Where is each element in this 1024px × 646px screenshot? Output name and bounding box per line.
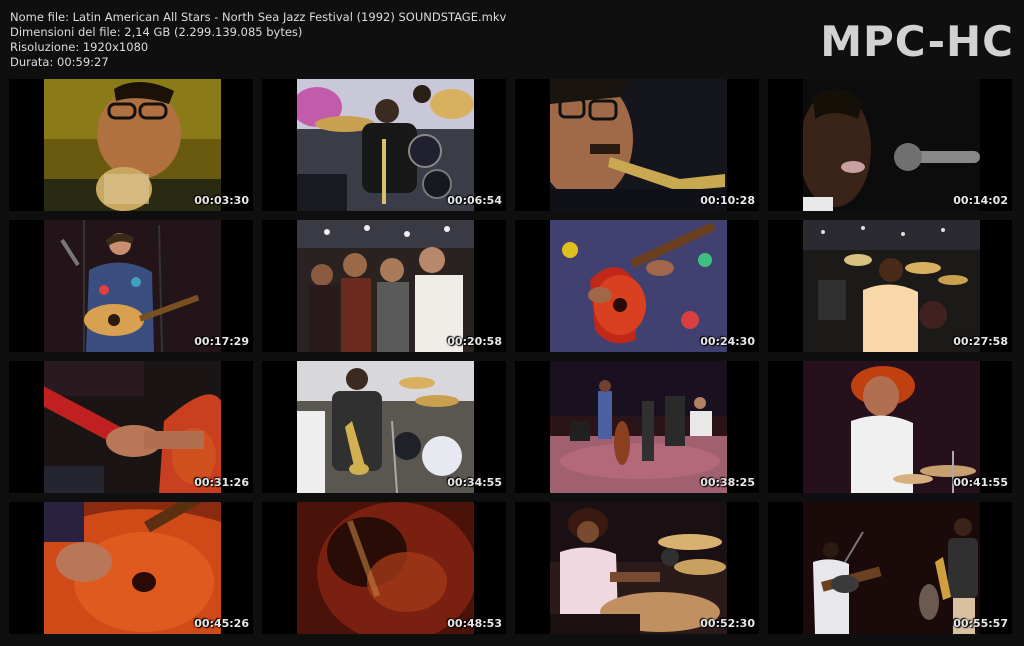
thumbnail: 00:34:55 xyxy=(262,361,506,493)
thumbnail: 00:06:54 xyxy=(262,79,506,211)
thumbnail: 00:48:53 xyxy=(262,502,506,634)
thumbnail: 00:20:58 xyxy=(262,220,506,352)
thumbnail: 00:31:26 xyxy=(9,361,253,493)
thumbnail: 00:38:25 xyxy=(515,361,759,493)
thumbnail-timestamp: 00:48:53 xyxy=(447,617,502,630)
frame-image xyxy=(44,502,221,634)
thumbnail: 00:10:28 xyxy=(515,79,759,211)
thumbnail-timestamp: 00:06:54 xyxy=(447,194,502,207)
thumbnail-timestamp: 00:31:26 xyxy=(194,476,249,489)
file-info-panel: Nome file: Latin American All Stars - No… xyxy=(10,10,506,70)
thumbnail-timestamp: 00:34:55 xyxy=(447,476,502,489)
frame-scene xyxy=(803,361,980,493)
frame-image xyxy=(803,502,980,634)
resolution-line: Risoluzione: 1920x1080 xyxy=(10,40,149,54)
frame-image xyxy=(44,220,221,352)
thumbnail: 00:17:29 xyxy=(9,220,253,352)
frame-image xyxy=(550,361,727,493)
thumbnail-timestamp: 00:24:30 xyxy=(700,335,755,348)
frame-scene xyxy=(44,502,221,634)
thumbnail-timestamp: 00:38:25 xyxy=(700,476,755,489)
thumbnail: 00:55:57 xyxy=(768,502,1012,634)
thumbnail: 00:14:02 xyxy=(768,79,1012,211)
thumbnail: 00:52:30 xyxy=(515,502,759,634)
frame-image xyxy=(44,361,221,493)
thumbnail: 00:27:58 xyxy=(768,220,1012,352)
frame-scene xyxy=(44,361,221,493)
file-size-line: Dimensioni del file: 2,14 GB (2.299.139.… xyxy=(10,25,303,39)
thumbnail-grid: 00:03:30 00:06:54 00:10:28 00:14:02 00:1… xyxy=(9,79,1012,634)
frame-image xyxy=(297,220,474,352)
thumbnail-timestamp: 00:03:30 xyxy=(194,194,249,207)
frame-scene xyxy=(803,502,980,634)
frame-image xyxy=(803,220,980,352)
frame-scene xyxy=(550,79,727,211)
thumbnail: 00:41:55 xyxy=(768,361,1012,493)
mpc-hc-logo: MPC-HC xyxy=(820,17,1014,66)
duration-line: Durata: 00:59:27 xyxy=(10,55,109,69)
frame-image xyxy=(803,79,980,211)
thumbnail-timestamp: 00:41:55 xyxy=(953,476,1008,489)
frame-image xyxy=(297,361,474,493)
thumbnail-timestamp: 00:45:26 xyxy=(194,617,249,630)
thumbnail: 00:45:26 xyxy=(9,502,253,634)
thumbnail-timestamp: 00:17:29 xyxy=(194,335,249,348)
frame-scene xyxy=(803,220,980,352)
frame-image xyxy=(297,502,474,634)
frame-image xyxy=(550,502,727,634)
thumbnail-timestamp: 00:52:30 xyxy=(700,617,755,630)
thumbnail-timestamp: 00:14:02 xyxy=(953,194,1008,207)
thumbnail-timestamp: 00:55:57 xyxy=(953,617,1008,630)
thumbnail-timestamp: 00:20:58 xyxy=(447,335,502,348)
thumbnail: 00:24:30 xyxy=(515,220,759,352)
file-name-line: Nome file: Latin American All Stars - No… xyxy=(10,10,507,24)
thumbnail-timestamp: 00:10:28 xyxy=(700,194,755,207)
thumbnail-timestamp: 00:27:58 xyxy=(953,335,1008,348)
frame-scene xyxy=(44,220,221,352)
frame-image xyxy=(550,220,727,352)
frame-image xyxy=(550,79,727,211)
frame-scene xyxy=(550,220,727,352)
frame-scene xyxy=(297,361,474,493)
thumbnail: 00:03:30 xyxy=(9,79,253,211)
frame-scene xyxy=(550,502,727,634)
frame-scene xyxy=(297,502,474,634)
frame-scene xyxy=(297,220,474,352)
frame-image xyxy=(803,361,980,493)
frame-scene xyxy=(44,79,221,211)
frame-scene xyxy=(803,79,980,211)
frame-image xyxy=(297,79,474,211)
frame-scene xyxy=(297,79,474,211)
frame-scene xyxy=(550,361,727,493)
frame-image xyxy=(44,79,221,211)
